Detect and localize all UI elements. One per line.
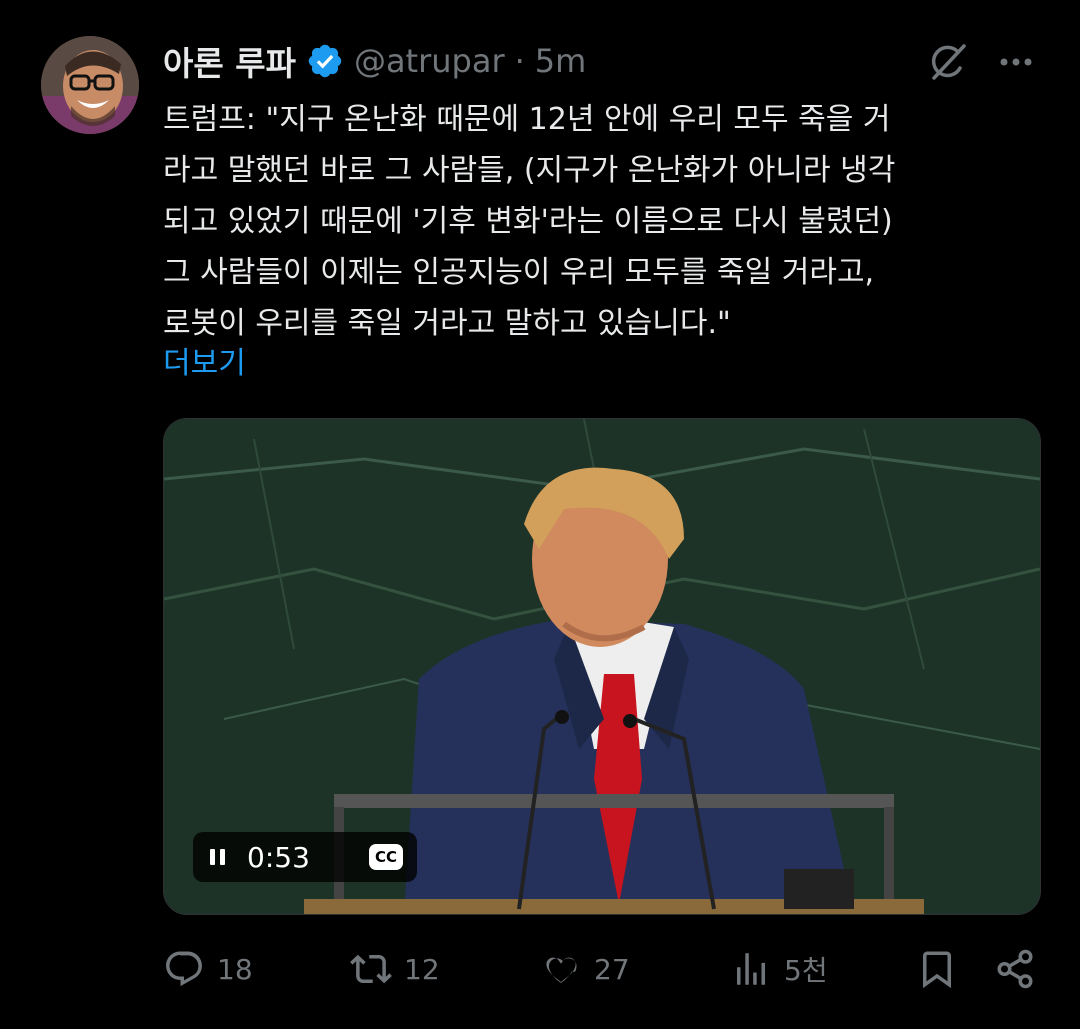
video-controls: 0:53 CC: [193, 832, 417, 882]
like-count: 27: [594, 952, 630, 986]
heart-icon: [546, 957, 577, 984]
repost-icon: [350, 954, 392, 984]
pause-icon[interactable]: [207, 846, 229, 868]
tweet-text: 트럼프: "지구 온난화 때문에 12년 안에 우리 모두 죽을 거 라고 말했…: [163, 102, 896, 341]
views-button[interactable]: 5천: [730, 936, 828, 1002]
bookmark-button[interactable]: [916, 936, 958, 1002]
tweet-actions: 18 12 27 5천: [0, 936, 1080, 1002]
tweet-header: 아론 루파 @atrupar · 5m: [163, 36, 586, 86]
separator-dot: ·: [514, 42, 525, 80]
views-icon: [737, 953, 765, 985]
views-count: 5천: [784, 954, 828, 987]
author-handle[interactable]: @atrupar: [354, 42, 505, 80]
closed-captions-icon[interactable]: CC: [369, 844, 403, 870]
reply-icon: [166, 951, 202, 987]
author-name[interactable]: 아론 루파: [163, 37, 296, 85]
more-options-icon[interactable]: [996, 44, 1036, 80]
like-button[interactable]: 27: [540, 936, 630, 1002]
share-button[interactable]: [994, 936, 1036, 1002]
show-more-link[interactable]: 더보기: [163, 340, 246, 388]
bookmark-icon: [923, 951, 951, 989]
reply-count: 18: [217, 952, 253, 986]
video-duration: 0:53: [247, 840, 310, 874]
verified-badge-icon: [306, 42, 344, 80]
avatar[interactable]: [41, 36, 139, 134]
repost-button[interactable]: 12: [350, 936, 440, 1002]
timestamp[interactable]: 5m: [535, 42, 587, 80]
reply-button[interactable]: 18: [163, 936, 253, 1002]
repost-count: 12: [404, 952, 440, 986]
share-icon: [997, 949, 1033, 989]
grok-icon[interactable]: [924, 38, 972, 86]
